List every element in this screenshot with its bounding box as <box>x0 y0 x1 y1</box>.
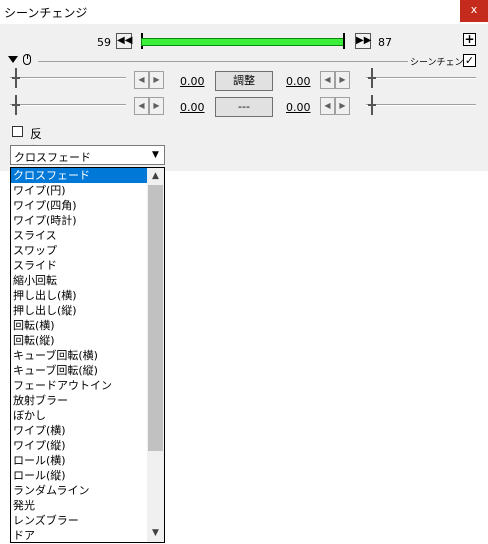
adjust-button[interactable]: 調整 <box>215 71 273 91</box>
param1-left-slider[interactable] <box>10 68 126 90</box>
slider-track <box>10 104 126 106</box>
dropdown-item[interactable]: スワップ <box>11 243 148 258</box>
dropdown-item[interactable]: 縮小回転 <box>11 273 148 288</box>
slider-track <box>10 77 126 79</box>
param2-left-arrows: ◀ ▶ <box>134 97 164 115</box>
param1-right-slider[interactable] <box>366 68 476 90</box>
timeline-bar[interactable] <box>140 33 346 49</box>
decrement-arrow-icon[interactable]: ◀ <box>320 97 335 115</box>
dropdown-item[interactable]: ワイプ(縦) <box>11 438 148 453</box>
param2-left-slider[interactable] <box>10 95 126 117</box>
decrement-arrow-icon[interactable]: ◀ <box>320 71 335 89</box>
dropdown-item[interactable]: レンズブラー <box>11 513 148 528</box>
start-frame-number: 59 <box>97 36 111 49</box>
end-frame-number: 87 <box>378 36 392 49</box>
transition-select[interactable]: クロスフェード ▼ <box>10 145 165 165</box>
dropdown-item[interactable]: ワイプ(横) <box>11 423 148 438</box>
title-bar: シーンチェンジ x <box>0 0 488 24</box>
slider-thumb[interactable] <box>12 68 20 88</box>
param2-right-arrows: ◀ ▶ <box>320 97 350 115</box>
dropdown-item[interactable]: クロスフェード <box>11 168 148 183</box>
slider-thumb[interactable] <box>368 95 376 115</box>
close-button[interactable]: x <box>460 0 488 22</box>
enable-checkbox[interactable]: ✓ <box>463 54 476 67</box>
dropdown-item[interactable]: ワイプ(円) <box>11 183 148 198</box>
param1-left-arrows: ◀ ▶ <box>134 71 164 89</box>
decrement-arrow-icon[interactable]: ◀ <box>134 97 149 115</box>
slider-thumb[interactable] <box>12 95 20 115</box>
scroll-up-icon[interactable]: ▲ <box>147 168 164 185</box>
transition-dropdown-list: クロスフェード ワイプ(円) ワイプ(四角) ワイプ(時計) スライス スワップ スライド縮… <box>10 167 165 543</box>
dropdown-item[interactable]: キューブ回転(横) <box>11 348 148 363</box>
param2-left-value[interactable]: 0.00 <box>180 101 205 114</box>
param1-right-value[interactable]: 0.00 <box>286 75 311 88</box>
section-header: シーンチェンジ ✓ <box>8 54 480 68</box>
dropdown-item[interactable]: 発光 <box>11 498 148 513</box>
slider-track <box>366 77 476 79</box>
scroll-down-icon[interactable]: ▼ <box>147 525 164 542</box>
dropdown-item[interactable]: 放射ブラー <box>11 393 148 408</box>
dropdown-item[interactable]: ランダムライン <box>11 483 148 498</box>
mouse-icon <box>23 54 31 65</box>
collapse-triangle-icon[interactable] <box>8 56 18 63</box>
dropdown-item[interactable]: キューブ回転(縦) <box>11 363 148 378</box>
dropdown-item[interactable]: ぼかし <box>11 408 148 423</box>
timeline-end-marker[interactable] <box>343 33 345 49</box>
transition-select-value: クロスフェード <box>14 151 91 164</box>
timeline-range <box>141 38 345 46</box>
dropdown-item[interactable]: 押し出し(横) <box>11 288 148 303</box>
dropdown-items: クロスフェード ワイプ(円) ワイプ(四角) ワイプ(時計) スライス スワップ スライド縮… <box>11 168 148 542</box>
param2-right-slider[interactable] <box>366 95 476 117</box>
scene-change-window: シーンチェンジ x 59 ◀◀ ▶▶ 87 + シーンチェンジ ✓ ◀ ▶ 0.… <box>0 0 488 171</box>
param2-right-value[interactable]: 0.00 <box>286 101 311 114</box>
dropdown-item[interactable]: ワイプ(時計) <box>11 213 148 228</box>
fast-forward-icon[interactable]: ▶▶ <box>355 33 371 49</box>
dropdown-item[interactable]: スライス <box>11 228 148 243</box>
rewind-icon[interactable]: ◀◀ <box>116 33 132 49</box>
dropdown-item[interactable]: 回転(縦) <box>11 333 148 348</box>
dropdown-item[interactable]: 押し出し(縦) <box>11 303 148 318</box>
increment-arrow-icon[interactable]: ▶ <box>335 97 350 115</box>
chevron-down-icon[interactable]: ▼ <box>147 146 164 164</box>
window-title: シーンチェンジ <box>4 6 88 20</box>
dropdown-scrollbar[interactable]: ▲ ▼ <box>147 168 164 542</box>
dropdown-item[interactable]: ドア <box>11 528 148 542</box>
dropdown-item[interactable]: フェードアウトイン <box>11 378 148 393</box>
param1-right-arrows: ◀ ▶ <box>320 71 350 89</box>
decrement-arrow-icon[interactable]: ◀ <box>134 71 149 89</box>
section-divider <box>38 61 408 62</box>
increment-arrow-icon[interactable]: ▶ <box>335 71 350 89</box>
scrollbar-thumb[interactable] <box>148 185 163 451</box>
dropdown-item[interactable]: 回転(横) <box>11 318 148 333</box>
dropdown-item[interactable]: ロール(縦) <box>11 468 148 483</box>
add-button[interactable]: + <box>463 33 476 46</box>
slider-track <box>366 104 476 106</box>
dropdown-item[interactable]: ロール(横) <box>11 453 148 468</box>
increment-arrow-icon[interactable]: ▶ <box>149 71 164 89</box>
dropdown-item[interactable]: スライド <box>11 258 148 273</box>
flip-checkbox[interactable] <box>12 126 23 137</box>
slider-thumb[interactable] <box>368 68 376 88</box>
increment-arrow-icon[interactable]: ▶ <box>149 97 164 115</box>
setting-button[interactable]: --- <box>215 97 273 117</box>
dropdown-item[interactable]: ワイプ(四角) <box>11 198 148 213</box>
param1-left-value[interactable]: 0.00 <box>180 75 205 88</box>
